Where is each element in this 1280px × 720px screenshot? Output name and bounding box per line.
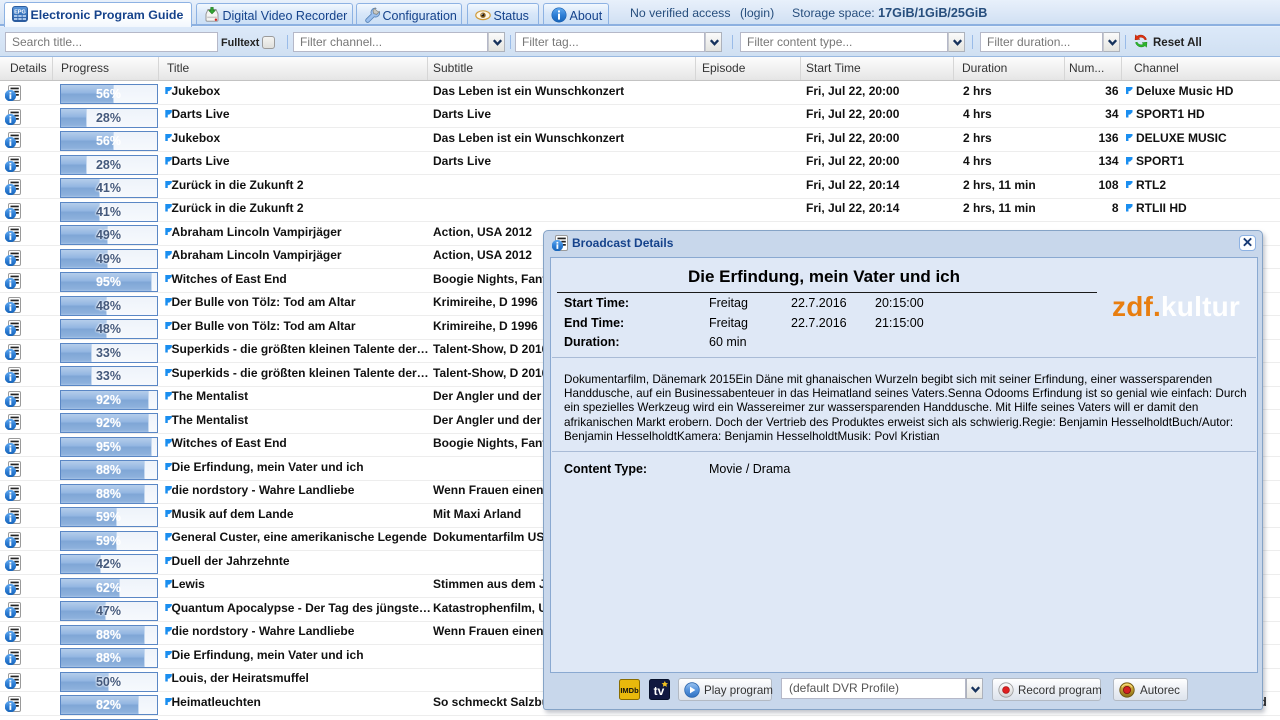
svg-text:IMDb: IMDb xyxy=(620,686,639,695)
